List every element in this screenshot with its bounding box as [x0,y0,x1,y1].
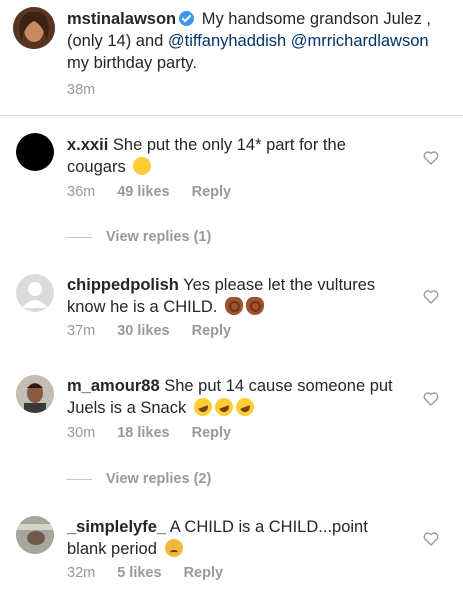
timestamp: 30m [67,425,96,441]
comment: chippedpolish Yes please let the vulture… [0,266,463,366]
rofl-emoji [233,395,257,419]
comment-meta: 36m 49 likes Reply [67,184,253,200]
reply-button[interactable]: Reply [192,184,232,200]
timestamp: 36m [67,184,96,200]
like-heart-icon[interactable] [423,532,439,546]
rofl-emoji [191,395,215,419]
view-replies-label: View replies (2) [106,471,212,487]
reply-button[interactable]: Reply [192,425,232,441]
timestamp: 37m [67,323,96,339]
commenter-avatar[interactable] [16,516,54,554]
post-caption: mstinalawson My handsome grandson Julez … [0,0,463,115]
likes-count[interactable]: 18 likes [117,425,169,441]
view-replies-button[interactable]: View replies (2) [66,471,211,487]
commenter-avatar[interactable] [16,375,54,413]
comment-meta: 37m 30 likes Reply [67,323,253,339]
comment: _simplelyfe_ A CHILD is a CHILD...point … [0,508,463,600]
replies-line [66,236,92,238]
ok-hand-emoji [225,297,243,315]
comment-username[interactable]: _simplelyfe_ [67,518,166,536]
comment: m_amour88 She put 14 cause someone put J… [0,368,463,478]
like-heart-icon[interactable] [423,290,439,304]
comment: x.xxii She put the only 14* part for the… [0,127,463,237]
comment-text: m_amour88 She put 14 cause someone put J… [67,375,407,419]
replies-line [66,478,92,480]
caption-meta: 38m [67,82,117,98]
view-replies-button[interactable]: View replies (1) [66,229,211,245]
view-replies-label: View replies (1) [106,229,212,245]
caption-username[interactable]: mstinalawson [67,10,176,28]
caption-body-end: my birthday party. [67,54,197,72]
likes-count[interactable]: 49 likes [117,184,169,200]
comment-body: She put the only 14* part for the cougar… [67,136,346,176]
verified-badge-icon [179,11,195,26]
comment-text: x.xxii She put the only 14* part for the… [67,134,407,178]
grinning-sweat-emoji [133,157,152,175]
likes-count[interactable]: 5 likes [117,565,161,581]
caption-text: mstinalawson My handsome grandson Julez … [67,8,447,74]
comment-username[interactable]: x.xxii [67,136,108,154]
comment-username[interactable]: chippedpolish [67,276,179,294]
likes-count[interactable]: 30 likes [117,323,169,339]
like-heart-icon[interactable] [423,151,439,165]
comment-text: _simplelyfe_ A CHILD is a CHILD...point … [67,516,407,560]
comment-meta: 32m 5 likes Reply [67,565,245,581]
comment-text: chippedpolish Yes please let the vulture… [67,274,407,318]
divider [0,115,463,116]
commenter-avatar[interactable] [16,274,54,312]
commenter-avatar[interactable] [16,133,54,171]
rofl-emoji [212,395,236,419]
angry-face-emoji [164,539,183,557]
mention-link[interactable]: @mrrichardlawson [291,32,429,50]
caption-avatar[interactable] [13,7,55,49]
comment-meta: 30m 18 likes Reply [67,425,253,441]
mention-link[interactable]: @tiffanyhaddish [168,32,286,50]
timestamp: 32m [67,565,96,581]
reply-button[interactable]: Reply [184,565,224,581]
reply-button[interactable]: Reply [192,323,232,339]
like-heart-icon[interactable] [423,392,439,406]
ok-hand-emoji [246,297,264,315]
timestamp: 38m [67,82,96,98]
comment-username[interactable]: m_amour88 [67,377,160,395]
